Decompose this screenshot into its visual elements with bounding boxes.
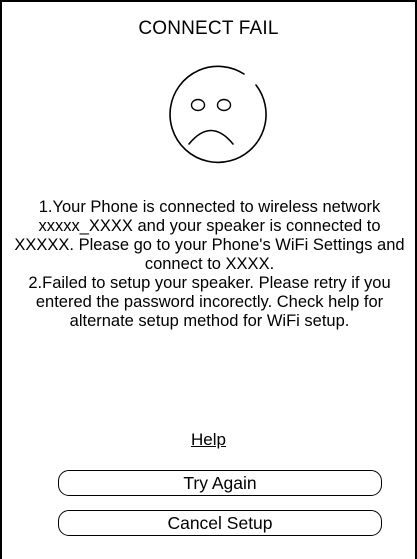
sad-face-icon: [169, 65, 267, 164]
message-line-1: 1.Your Phone is connected to wireless ne…: [14, 198, 405, 273]
connect-fail-screen: CONNECT FAIL 1.Your Phone is connected t…: [0, 0, 417, 559]
message-line-2: 2.Failed to setup your speaker. Please r…: [28, 274, 391, 330]
error-message: 1.Your Phone is connected to wireless ne…: [14, 198, 405, 331]
try-again-button[interactable]: Try Again: [58, 470, 382, 496]
help-link[interactable]: Help: [2, 430, 415, 450]
page-title: CONNECT FAIL: [138, 18, 279, 39]
cancel-setup-button[interactable]: Cancel Setup: [58, 510, 382, 536]
